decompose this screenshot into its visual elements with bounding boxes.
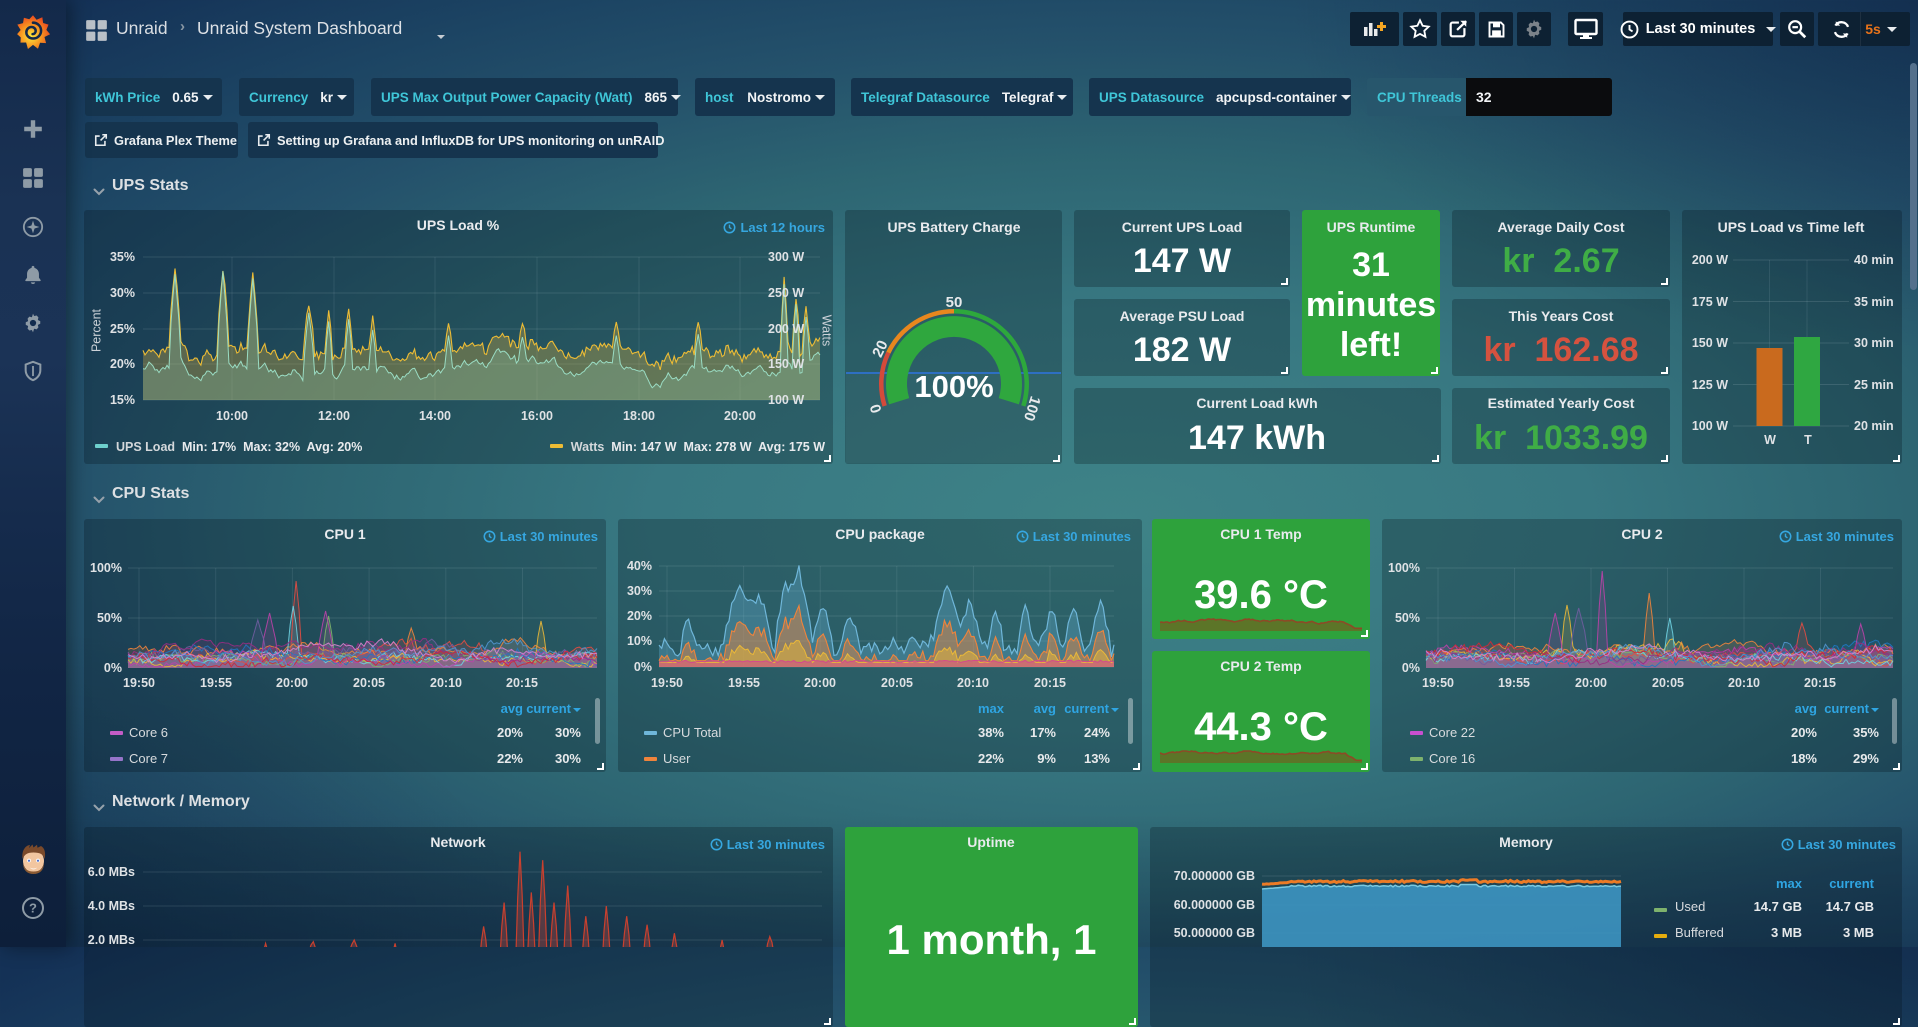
svg-text:?: ? bbox=[29, 901, 37, 916]
